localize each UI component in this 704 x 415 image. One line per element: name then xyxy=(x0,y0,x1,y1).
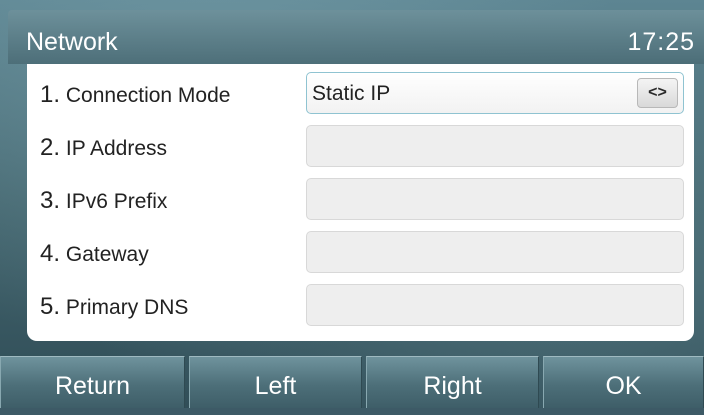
right-button[interactable]: Right xyxy=(366,356,539,408)
settings-panel: 1. Connection Mode Static IP <> 2. IP Ad… xyxy=(27,64,694,341)
row-label: 3. IPv6 Prefix xyxy=(40,187,168,214)
row-ip-address[interactable]: 2. IP Address xyxy=(27,121,694,173)
connection-mode-value: Static IP xyxy=(312,82,391,105)
clock: 17:25 xyxy=(627,28,695,56)
page-title: Network xyxy=(26,28,118,56)
left-button[interactable]: Left xyxy=(189,356,362,408)
row-ipv6-prefix[interactable]: 3. IPv6 Prefix xyxy=(27,174,694,226)
connection-mode-select[interactable]: Static IP <> xyxy=(306,72,684,114)
row-primary-dns[interactable]: 5. Primary DNS xyxy=(27,280,694,332)
row-label: 4. Gateway xyxy=(40,240,149,267)
phone-screen: Network 17:25 1. Connection Mode Static … xyxy=(0,0,704,408)
ok-button[interactable]: OK xyxy=(543,356,704,408)
ip-address-field[interactable] xyxy=(306,125,684,167)
return-button[interactable]: Return xyxy=(0,356,185,408)
row-gateway[interactable]: 4. Gateway xyxy=(27,227,694,279)
primary-dns-field[interactable] xyxy=(306,284,684,326)
row-label: 1. Connection Mode xyxy=(40,81,231,108)
gateway-field[interactable] xyxy=(306,231,684,273)
row-label: 5. Primary DNS xyxy=(40,293,189,320)
row-label: 2. IP Address xyxy=(40,134,168,161)
row-connection-mode[interactable]: 1. Connection Mode Static IP <> xyxy=(27,68,694,120)
ipv6-prefix-field[interactable] xyxy=(306,178,684,220)
softkey-bar: Return Left Right OK xyxy=(0,356,704,408)
left-right-switch-icon[interactable]: <> xyxy=(637,78,678,108)
